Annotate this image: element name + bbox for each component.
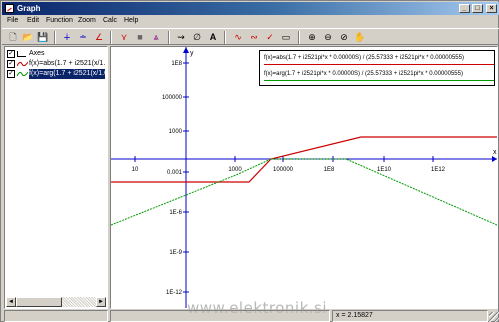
toolbar: 🗋 📂 💾 ∔ ∸ ∠ ⋎ ■ ⩓ ⇝ ∅ A ∿ ∾ ✓ ▭ ⊕ ⊖ ⊘ ✋ — [2, 28, 499, 45]
add-y-icon[interactable]: ∸ — [76, 31, 90, 44]
status-coords: x = 2.15827 — [332, 310, 488, 322]
point-icon[interactable]: ✓ — [263, 31, 277, 44]
menu-bar: File Edit Function Zoom Calc Help — [2, 15, 499, 27]
legend-entry-label: f(x)=arg(1.7 + i2521pi*x * 0.00000S) / (… — [264, 71, 463, 77]
x-tick-label: 1E12 — [431, 167, 446, 173]
open-folder-icon[interactable]: 📂 — [21, 31, 35, 44]
status-message-cell — [110, 310, 330, 322]
legend-icon[interactable]: ▭ — [279, 31, 293, 44]
status-empty-cell — [4, 310, 108, 322]
x-tick-label: 1E10 — [377, 167, 392, 173]
toolbar-separator — [298, 31, 300, 44]
chart-svg: x y 10 1000 100000 1E8 1E10 1E12 1E8 100000 1000 0.… — [111, 47, 497, 308]
tree-item-arg-function[interactable]: ✓ f(x)=arg(1.7 + i2521(x/1.00 — [7, 69, 105, 79]
scroll-left-arrow-icon[interactable]: ◄ — [6, 297, 16, 307]
green-curve-icon — [17, 71, 28, 77]
curve-fit-icon[interactable]: ∾ — [247, 31, 261, 44]
tree-item-label: f(x)=arg(1.7 + i2521(x/1.00 — [29, 69, 105, 79]
insert-func-icon[interactable]: ⋎ — [117, 31, 131, 44]
y-axis-label: y — [190, 50, 194, 57]
legend-entry-arg: f(x)=arg(1.7 + i2521pi*x * 0.00000S) / (… — [264, 68, 494, 81]
x-tick-label: 1000 — [228, 167, 242, 173]
x-tick-label: 100000 — [273, 167, 294, 173]
menu-calc[interactable]: Calc — [103, 15, 117, 27]
legend-swatch-green — [264, 80, 494, 81]
scroll-thumb[interactable] — [16, 297, 62, 307]
save-icon[interactable]: 💾 — [36, 31, 50, 44]
x-tick-label: 1E8 — [324, 167, 335, 173]
y-tick-label: 1E-9 — [169, 250, 182, 256]
evaluate-icon[interactable]: ∅ — [190, 31, 204, 44]
tree-item-axes[interactable]: ✓ Axes — [7, 49, 105, 59]
y-tick-label: 0.001 — [167, 170, 183, 176]
y-tick-label: 1000 — [169, 129, 183, 135]
abs-function-checkbox[interactable]: ✓ — [7, 60, 15, 68]
param-icon[interactable]: ⩓ — [149, 31, 163, 44]
toolbar-separator — [110, 31, 112, 44]
add-func-icon[interactable]: ∠ — [92, 31, 106, 44]
scroll-right-arrow-icon[interactable]: ► — [96, 297, 106, 307]
text-icon[interactable]: A — [206, 31, 220, 44]
legend-entry-label: f(x)=abs(1.7 + i2521pi*x * 0.00000S) / (… — [264, 55, 464, 61]
red-curve-icon — [17, 61, 28, 67]
legend-swatch-red — [264, 64, 494, 65]
title-bar[interactable]: Graph _ □ × — [2, 2, 499, 15]
toolbar-separator — [224, 31, 226, 44]
new-file-icon[interactable]: 🗋 — [6, 31, 20, 44]
window-title: Graph — [17, 4, 41, 13]
tree-item-abs-function[interactable]: ✓ f(x)=abs(1.7 + i2521(x/1.00 — [7, 59, 105, 69]
axes-icon — [17, 51, 26, 57]
toolbar-separator — [168, 31, 170, 44]
zoom-fit-icon[interactable]: ⊘ — [337, 31, 351, 44]
tangent-icon[interactable]: ⇝ — [174, 31, 188, 44]
graph-app-icon — [5, 4, 14, 13]
add-x-icon[interactable]: ∔ — [60, 31, 74, 44]
arg-function-checkbox[interactable]: ✓ — [7, 70, 15, 78]
curve-red-icon[interactable]: ∿ — [231, 31, 245, 44]
menu-file[interactable]: File — [7, 15, 18, 27]
y-tick-label: 1E-12 — [166, 290, 183, 296]
toolbar-separator — [54, 31, 56, 44]
x-tick-label: 10 — [132, 167, 139, 173]
zoom-out-icon[interactable]: ⊖ — [321, 31, 335, 44]
close-button[interactable]: × — [486, 4, 497, 13]
menu-help[interactable]: Help — [124, 15, 138, 27]
hand-icon[interactable]: ✋ — [353, 31, 367, 44]
tree-item-label: Axes — [29, 50, 45, 57]
y-tick-label: 1E-6 — [169, 210, 182, 216]
zoom-in-icon[interactable]: ⊕ — [305, 31, 319, 44]
menu-function[interactable]: Function — [46, 15, 73, 27]
menu-zoom[interactable]: Zoom — [78, 15, 96, 27]
legend-entry-abs: f(x)=abs(1.7 + i2521pi*x * 0.00000S) / (… — [264, 52, 494, 65]
status-bar: x = 2.15827 — [2, 310, 499, 322]
x-axis-label: x — [493, 149, 497, 156]
legend-box[interactable]: f(x)=abs(1.7 + i2521pi*x * 0.00000S) / (… — [259, 50, 495, 86]
minimize-button[interactable]: _ — [459, 4, 470, 13]
menu-edit[interactable]: Edit — [27, 15, 39, 27]
tree-item-label: f(x)=abs(1.7 + i2521(x/1.00 — [29, 60, 105, 67]
color-icon[interactable]: ■ — [133, 31, 147, 44]
y-tick-label: 100000 — [162, 95, 183, 101]
y-tick-label: 1E8 — [171, 61, 182, 67]
graph-window: Graph _ □ × File Edit Function Zoom Calc… — [0, 0, 499, 322]
graph-plot-area[interactable]: x y 10 1000 100000 1E8 1E10 1E12 1E8 100000 1000 0.… — [110, 46, 498, 309]
resize-grip[interactable] — [489, 312, 499, 322]
maximize-button[interactable]: □ — [472, 4, 483, 13]
y-axis-arrow-icon — [183, 47, 189, 53]
x-axis-arrow-icon — [492, 156, 497, 162]
axes-checkbox[interactable]: ✓ — [7, 50, 15, 58]
function-list-panel: ✓ Axes ✓ f(x)=abs(1.7 + i2521(x/1.00 ✓ f… — [4, 46, 108, 309]
panel-horizontal-scrollbar[interactable]: ◄ ► — [6, 297, 106, 307]
